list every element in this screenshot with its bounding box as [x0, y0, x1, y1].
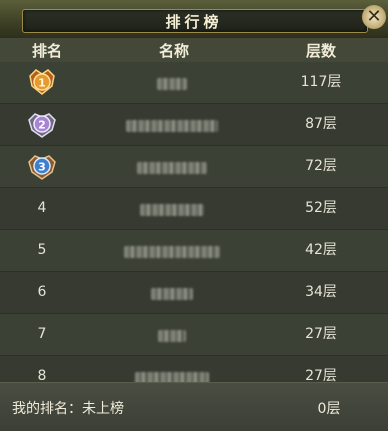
rank-number: 4 — [37, 200, 47, 216]
floor-count: 117层 — [300, 74, 342, 90]
close-icon: ✕ — [366, 6, 382, 27]
floor-count: 87层 — [305, 116, 337, 132]
my-rank-label: 我的排名：未上榜 — [12, 401, 124, 417]
floor-count: 42层 — [305, 242, 337, 258]
player-name-blurred — [124, 327, 220, 342]
player-name-blurred — [124, 369, 220, 382]
player-name-blurred — [124, 159, 220, 174]
floor-count: 72层 — [305, 158, 337, 174]
rank-number: 6 — [37, 284, 47, 300]
header-floor: 层数 — [305, 42, 336, 60]
table-row[interactable]: 3 72层 — [0, 146, 388, 188]
title-bar: 排行榜 ✕ — [0, 0, 388, 38]
svg-text:2: 2 — [38, 119, 46, 132]
floor-count: 52层 — [305, 200, 337, 216]
leaderboard-panel: 排行榜 ✕ 排名 名称 层数 1 117层 2 87层 3 72层 4 52层 … — [0, 0, 388, 431]
panel-title: 排行榜 — [165, 13, 223, 31]
gold-medal-icon: 1 — [29, 69, 55, 95]
close-button[interactable]: ✕ — [362, 5, 386, 29]
player-name-blurred — [124, 117, 220, 132]
table-row[interactable]: 2 87层 — [0, 104, 388, 146]
rank-number: 7 — [37, 326, 47, 342]
player-name-blurred — [124, 75, 220, 90]
floor-count: 27层 — [305, 326, 337, 342]
bronze-medal-icon: 3 — [28, 155, 56, 180]
table-row[interactable]: 1 117层 — [0, 62, 388, 104]
player-name-blurred — [124, 285, 220, 300]
my-floor-count: 0层 — [317, 401, 341, 417]
table-header: 排名 名称 层数 — [0, 38, 388, 63]
header-rank: 排名 — [31, 42, 62, 60]
floor-count: 27层 — [305, 368, 337, 382]
svg-text:1: 1 — [38, 77, 46, 90]
table-row[interactable]: 6 34层 — [0, 272, 388, 314]
ranking-list[interactable]: 1 117层 2 87层 3 72层 4 52层 5 42层 6 34层 7 2… — [0, 62, 388, 382]
table-row[interactable]: 7 27层 — [0, 314, 388, 356]
table-row[interactable]: 5 42层 — [0, 230, 388, 272]
player-name-blurred — [124, 201, 220, 216]
table-row[interactable]: 4 52层 — [0, 188, 388, 230]
player-name-blurred — [124, 243, 220, 258]
header-name: 名称 — [158, 42, 189, 60]
silver-medal-icon: 2 — [28, 113, 56, 138]
floor-count: 34层 — [305, 284, 337, 300]
table-row[interactable]: 8 27层 — [0, 356, 388, 382]
my-rank-bar: 我的排名：未上榜 0层 — [0, 382, 388, 431]
rank-number: 5 — [37, 242, 47, 258]
rank-number: 8 — [37, 368, 47, 382]
svg-text:3: 3 — [38, 161, 46, 174]
